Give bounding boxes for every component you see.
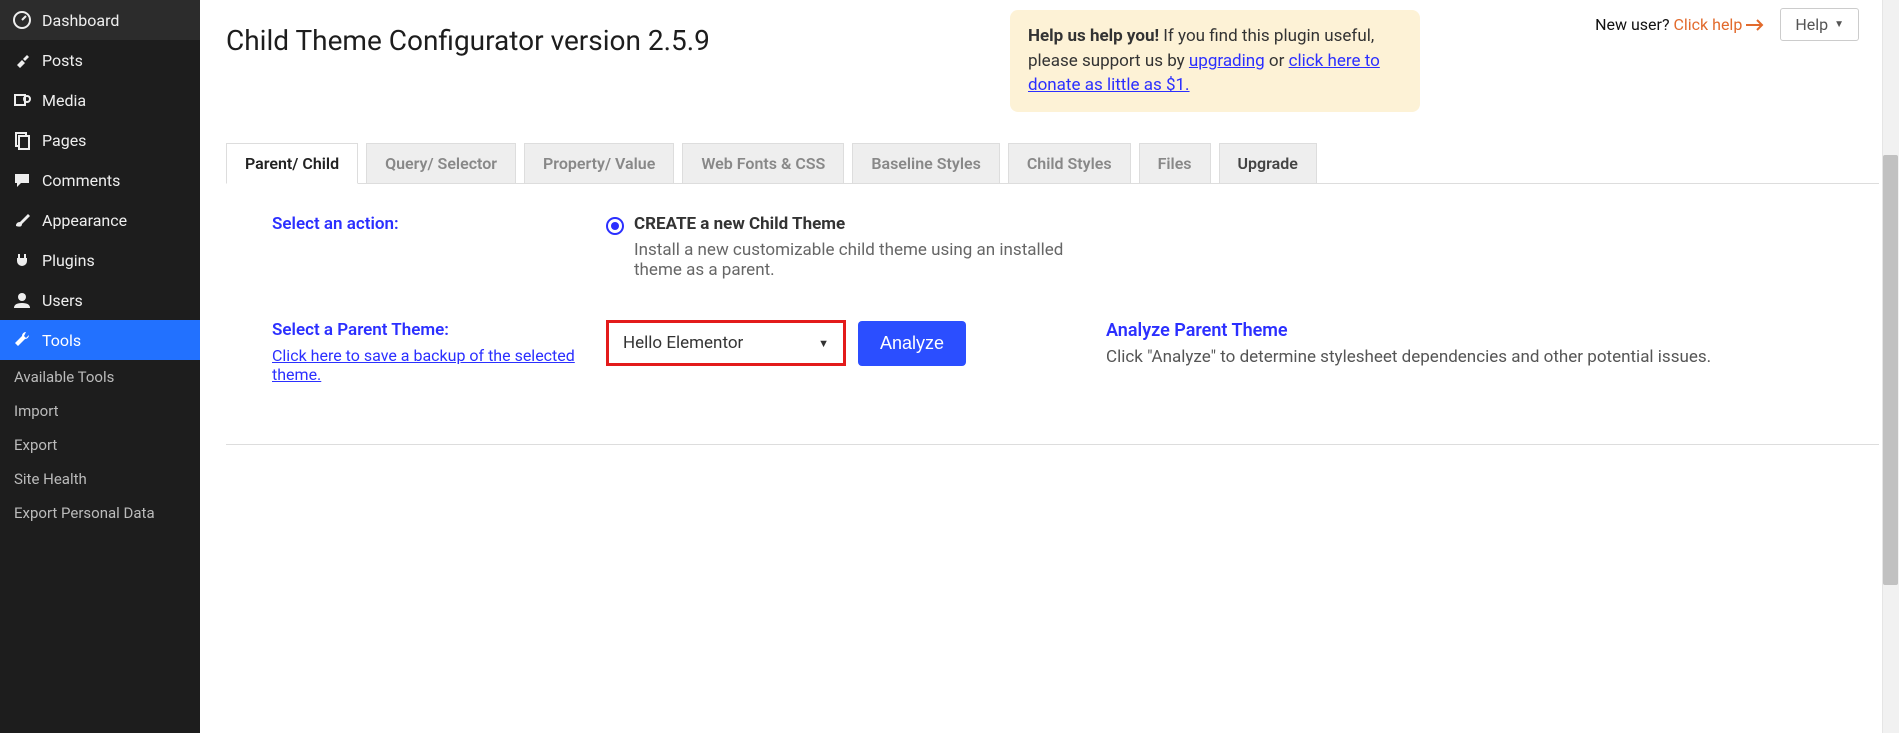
chevron-down-icon: ▼: [1834, 19, 1844, 30]
sidebar-sub-available-tools[interactable]: Available Tools: [0, 360, 200, 394]
pages-icon: [12, 130, 32, 150]
sidebar-sub-export[interactable]: Export: [0, 428, 200, 462]
select-value: Hello Elementor: [623, 333, 743, 353]
upgrade-link[interactable]: upgrading: [1189, 51, 1265, 71]
select-action-label: Select an action:: [236, 214, 606, 234]
pin-icon: [12, 50, 32, 70]
sidebar-item-label: Posts: [42, 51, 83, 70]
sidebar-item-label: Pages: [42, 131, 86, 150]
admin-sidebar: Dashboard Posts Media Pages Comments: [0, 0, 200, 733]
row-select-action: Select an action: CREATE a new Child The…: [236, 214, 1869, 280]
click-help-link[interactable]: Click help: [1673, 15, 1766, 34]
sidebar-item-appearance[interactable]: Appearance: [0, 200, 200, 240]
backup-link[interactable]: Click here to save a backup of the selec…: [272, 346, 606, 384]
sidebar-item-label: Appearance: [42, 211, 127, 230]
tabs: Parent/ Child Query/ Selector Property/ …: [226, 143, 1879, 184]
sidebar-item-label: Dashboard: [42, 11, 119, 30]
tab-child-styles[interactable]: Child Styles: [1008, 143, 1131, 183]
sidebar-item-label: Users: [42, 291, 83, 310]
select-parent-label: Select a Parent Theme:: [272, 320, 449, 340]
sidebar-sub-import[interactable]: Import: [0, 394, 200, 428]
sidebar-item-plugins[interactable]: Plugins: [0, 240, 200, 280]
dashboard-icon: [12, 10, 32, 30]
radio-create-child[interactable]: CREATE a new Child Theme Install a new c…: [606, 214, 1106, 280]
tab-baseline-styles[interactable]: Baseline Styles: [852, 143, 1000, 183]
top-right-bar: New user? Click help Help ▼: [1595, 8, 1859, 41]
row-select-parent: Select a Parent Theme: Click here to sav…: [236, 320, 1869, 384]
comment-icon: [12, 170, 32, 190]
user-icon: [12, 290, 32, 310]
sidebar-item-users[interactable]: Users: [0, 280, 200, 320]
sidebar-item-media[interactable]: Media: [0, 80, 200, 120]
media-icon: [12, 90, 32, 110]
tab-upgrade[interactable]: Upgrade: [1219, 143, 1317, 183]
help-button[interactable]: Help ▼: [1780, 8, 1859, 41]
analyze-button[interactable]: Analyze: [858, 321, 966, 366]
tab-web-fonts[interactable]: Web Fonts & CSS: [682, 143, 844, 183]
tab-property-value[interactable]: Property/ Value: [524, 143, 674, 183]
radio-icon: [606, 217, 624, 235]
tab-query-selector[interactable]: Query/ Selector: [366, 143, 516, 183]
scrollbar-track[interactable]: [1882, 0, 1899, 733]
sidebar-item-dashboard[interactable]: Dashboard: [0, 0, 200, 40]
tab-files[interactable]: Files: [1139, 143, 1211, 183]
scrollbar-thumb[interactable]: [1883, 155, 1898, 585]
sidebar-sub-site-health[interactable]: Site Health: [0, 462, 200, 496]
parent-theme-select[interactable]: Hello Elementor ▼: [606, 320, 846, 366]
wrench-icon: [12, 330, 32, 350]
tab-content: Select an action: CREATE a new Child The…: [226, 184, 1879, 445]
arrow-right-icon: [1746, 18, 1766, 32]
sidebar-sub-export-personal[interactable]: Export Personal Data: [0, 496, 200, 530]
plug-icon: [12, 250, 32, 270]
analyze-description: Click "Analyze" to determine stylesheet …: [1106, 347, 1869, 367]
radio-description: Install a new customizable child theme u…: [634, 240, 1106, 280]
support-notice: Help us help you! If you find this plugi…: [1010, 10, 1420, 112]
sidebar-item-label: Tools: [42, 331, 81, 350]
radio-title: CREATE a new Child Theme: [634, 214, 845, 234]
sidebar-item-tools[interactable]: Tools: [0, 320, 200, 360]
sidebar-item-label: Comments: [42, 171, 120, 190]
sidebar-item-label: Media: [42, 91, 86, 110]
main-content: Child Theme Configurator version 2.5.9 N…: [200, 0, 1899, 733]
chevron-down-icon: ▼: [818, 337, 829, 350]
sidebar-item-comments[interactable]: Comments: [0, 160, 200, 200]
tab-parent-child[interactable]: Parent/ Child: [226, 143, 358, 184]
sidebar-item-label: Plugins: [42, 251, 95, 270]
brush-icon: [12, 210, 32, 230]
new-user-label: New user? Click help: [1595, 15, 1766, 34]
analyze-title: Analyze Parent Theme: [1106, 320, 1869, 341]
sidebar-item-pages[interactable]: Pages: [0, 120, 200, 160]
sidebar-item-posts[interactable]: Posts: [0, 40, 200, 80]
